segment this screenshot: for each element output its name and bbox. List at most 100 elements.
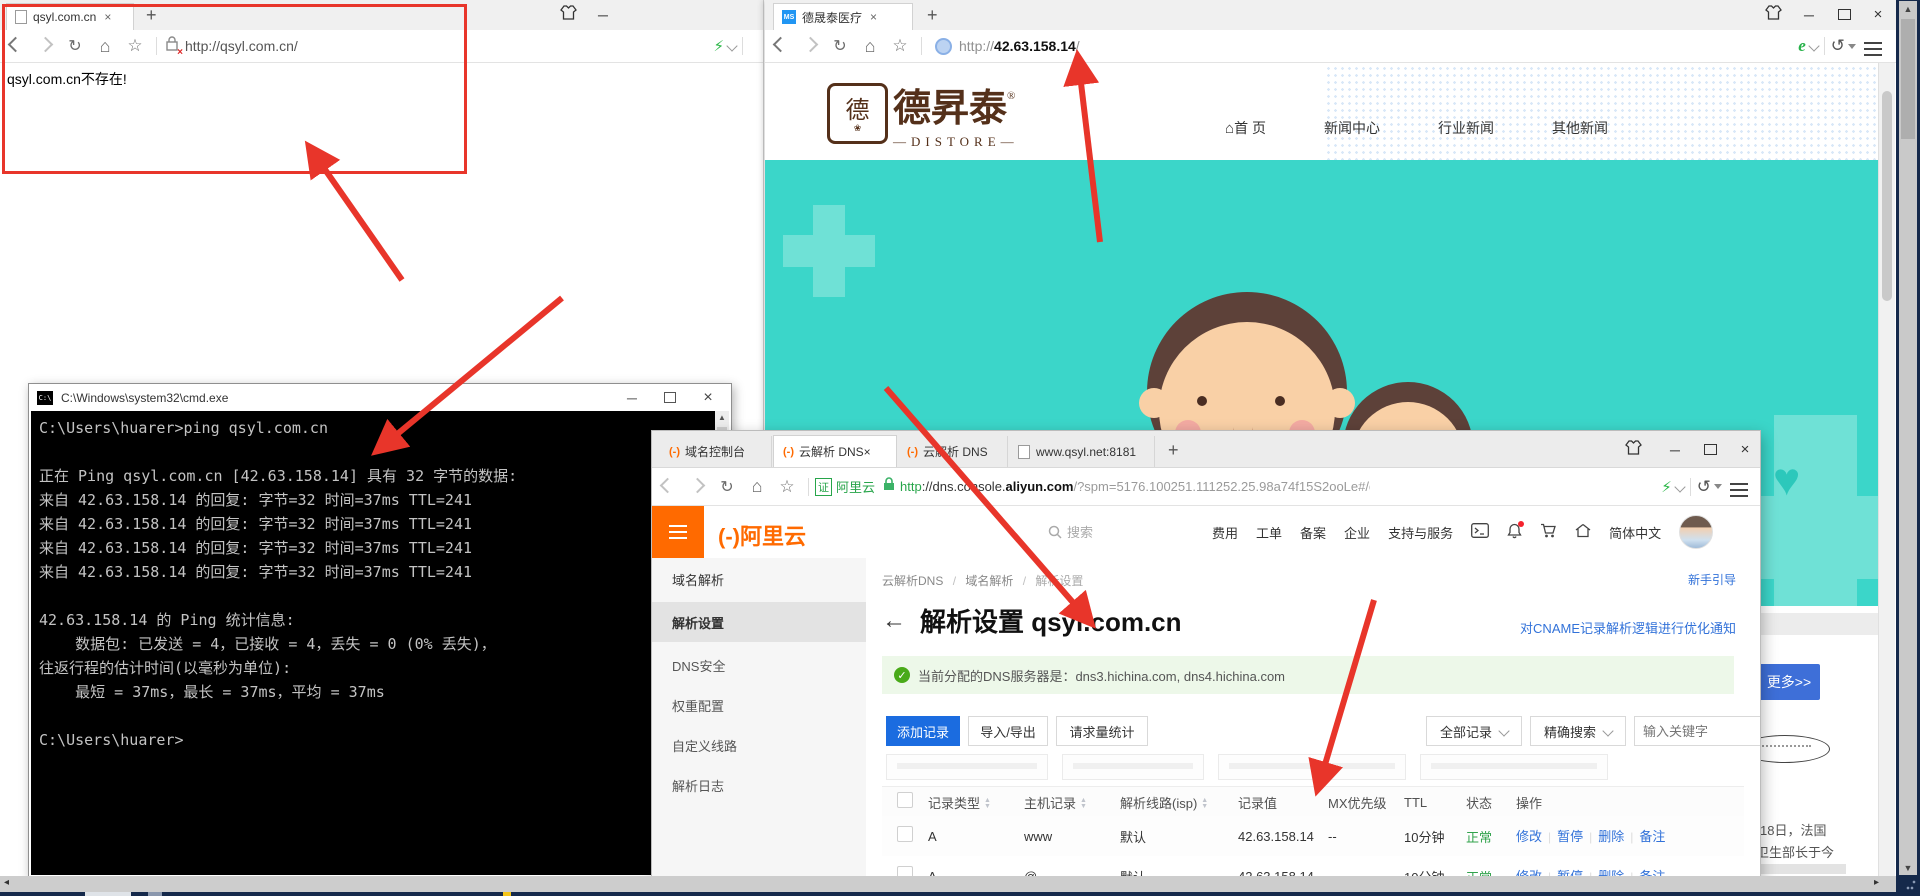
menu-icp[interactable]: 备案: [1300, 523, 1326, 542]
menu-enterprise[interactable]: 企业: [1344, 523, 1370, 542]
tab-domain-console[interactable]: (-) 域名控制台: [660, 436, 772, 467]
nav-industry-news[interactable]: 行业新闻: [1438, 118, 1494, 138]
avatar[interactable]: [1679, 515, 1714, 549]
viewer-hscrollbar[interactable]: ◂ ▸: [0, 876, 1896, 892]
sort-icon[interactable]: ▲ ▼: [1080, 797, 1087, 810]
add-record-button[interactable]: 添加记录: [886, 716, 960, 746]
tab-close-icon[interactable]: ×: [104, 10, 111, 24]
vscroll-thumb[interactable]: [1901, 19, 1915, 139]
scroll-left-icon[interactable]: ◂: [4, 877, 9, 888]
console-search[interactable]: 搜索: [1048, 522, 1093, 541]
minimize-button[interactable]: ─: [1796, 6, 1822, 24]
skin-tshirt-icon[interactable]: [1760, 5, 1786, 23]
select-all-checkbox[interactable]: [897, 791, 913, 808]
url-text[interactable]: http://qsyl.com.cn/: [185, 38, 298, 54]
crumb-dns[interactable]: 云解析DNS: [882, 574, 943, 588]
back-icon[interactable]: [765, 36, 795, 55]
nav-home[interactable]: ⌂首 页: [1225, 118, 1266, 138]
maximize-button[interactable]: [1697, 441, 1723, 459]
tab-qsyl[interactable]: qsyl.com.cn ×: [6, 3, 134, 30]
import-export-button[interactable]: 导入/导出: [968, 716, 1048, 746]
resize-grip[interactable]: [1896, 876, 1920, 896]
request-stats-button[interactable]: 请求量统计: [1056, 716, 1148, 746]
tab-dns-2[interactable]: (-) 云解析 DNS: [898, 436, 1008, 467]
undo-icon[interactable]: ↺: [1831, 36, 1845, 56]
sidebar-item-resolve-log[interactable]: 解析日志: [672, 776, 724, 795]
back-icon[interactable]: [652, 477, 682, 496]
aliyun-logo[interactable]: (-)阿里云: [718, 519, 806, 551]
star-icon[interactable]: ☆: [120, 36, 150, 56]
new-tab-button[interactable]: +: [927, 4, 938, 26]
minimize-button[interactable]: ─: [590, 6, 616, 24]
more-button[interactable]: 更多>>: [1758, 664, 1820, 700]
forward-icon[interactable]: [30, 36, 60, 55]
close-button[interactable]: ×: [695, 389, 721, 407]
menu-billing[interactable]: 费用: [1212, 523, 1238, 542]
back-icon[interactable]: [0, 36, 30, 55]
new-tab-button[interactable]: +: [146, 4, 157, 26]
star-icon[interactable]: ☆: [772, 477, 802, 497]
menu-icon[interactable]: [1730, 478, 1748, 497]
menu-tickets[interactable]: 工单: [1256, 523, 1282, 542]
minimize-button[interactable]: ─: [1662, 441, 1688, 459]
url-host[interactable]: 42.63.158.14: [994, 38, 1076, 54]
cname-notice-link[interactable]: 对CNAME记录解析逻辑进行优化通知: [1520, 618, 1736, 637]
chevron-down-icon[interactable]: [1674, 480, 1686, 493]
sidebar-item-custom-line[interactable]: 自定义线路: [672, 736, 737, 755]
scroll-down-icon[interactable]: ▼: [1899, 863, 1917, 873]
cmd-titlebar[interactable]: C:\ C:\Windows\system32\cmd.exe ─ ×: [29, 384, 731, 411]
nav-news-center[interactable]: 新闻中心: [1324, 118, 1380, 138]
crumb-domain[interactable]: 域名解析: [965, 574, 1013, 588]
news-line[interactable]: 18日，法国: [1760, 820, 1826, 839]
viewer-vscrollbar[interactable]: ▲ ▼: [1899, 1, 1917, 875]
undo-icon[interactable]: ↺: [1697, 477, 1711, 497]
skin-tshirt-icon[interactable]: [1620, 440, 1646, 458]
sidebar-item-weight-config[interactable]: 权重配置: [672, 696, 724, 715]
maximize-button[interactable]: [1831, 6, 1857, 24]
pause-link[interactable]: 暂停: [1557, 829, 1583, 844]
refresh-icon[interactable]: ↻: [60, 36, 90, 56]
keyword-input[interactable]: [1635, 723, 1760, 739]
refresh-icon[interactable]: ↻: [825, 36, 855, 56]
forward-icon[interactable]: [682, 477, 712, 496]
maximize-button[interactable]: [657, 389, 683, 407]
chevron-down-icon[interactable]: [726, 40, 738, 52]
tab-close-icon[interactable]: ×: [870, 10, 877, 24]
home-icon[interactable]: ⌂: [742, 476, 772, 497]
lightning-icon[interactable]: ⚡: [713, 37, 724, 55]
console-menu-button[interactable]: [data-name="console-menu-button"] .hamb:…: [652, 506, 704, 558]
site-logo[interactable]: 德昇泰® —DISTORE—: [893, 77, 1019, 150]
url-text[interactable]: http://dns.console.aliyun.com/?spm=5176.…: [900, 479, 1370, 494]
console-home-icon[interactable]: [1575, 523, 1591, 541]
back-arrow-icon[interactable]: ←: [882, 607, 906, 635]
tab-distore[interactable]: MS 德晟泰医疗 ×: [773, 3, 913, 30]
undo-dropdown-icon[interactable]: [1714, 484, 1722, 489]
home-icon[interactable]: ⌂: [90, 36, 120, 57]
lightning-icon[interactable]: ⚡: [1661, 478, 1672, 496]
minimize-button[interactable]: ─: [619, 389, 645, 407]
guide-link[interactable]: 新手引导: [1688, 571, 1736, 588]
sort-icon[interactable]: ▲ ▼: [984, 797, 991, 810]
cart-icon[interactable]: [1540, 523, 1557, 542]
nav-other-news[interactable]: 其他新闻: [1552, 118, 1608, 138]
delete-link[interactable]: 删除: [1598, 829, 1624, 844]
chevron-down-icon[interactable]: [1808, 40, 1820, 52]
tab-close-icon[interactable]: ×: [864, 445, 871, 459]
news-line[interactable]: 卫生部长于今: [1756, 842, 1834, 861]
skin-tshirt-icon[interactable]: [555, 5, 581, 23]
language-switch[interactable]: 简体中文: [1609, 523, 1661, 542]
home-icon[interactable]: ⌂: [855, 36, 885, 57]
site-info-icon[interactable]: [935, 37, 952, 55]
new-tab-button[interactable]: +: [1168, 439, 1179, 461]
terminal-icon[interactable]: [1471, 523, 1490, 541]
tab-qsyl-net[interactable]: www.qsyl.net:8181: [1009, 436, 1155, 467]
tab-dns-active[interactable]: (-) 云解析 DNS ×: [773, 435, 897, 467]
site-scrollbar[interactable]: [1878, 63, 1895, 876]
modify-link[interactable]: 修改: [1516, 829, 1542, 844]
sort-icon[interactable]: ▲ ▼: [1201, 797, 1208, 810]
close-button[interactable]: ×: [1865, 6, 1891, 24]
menu-support[interactable]: 支持与服务: [1388, 523, 1453, 542]
bell-icon[interactable]: [1507, 520, 1525, 542]
sidebar-item-dns-security[interactable]: DNS安全: [672, 656, 725, 675]
forward-icon[interactable]: [795, 36, 825, 55]
